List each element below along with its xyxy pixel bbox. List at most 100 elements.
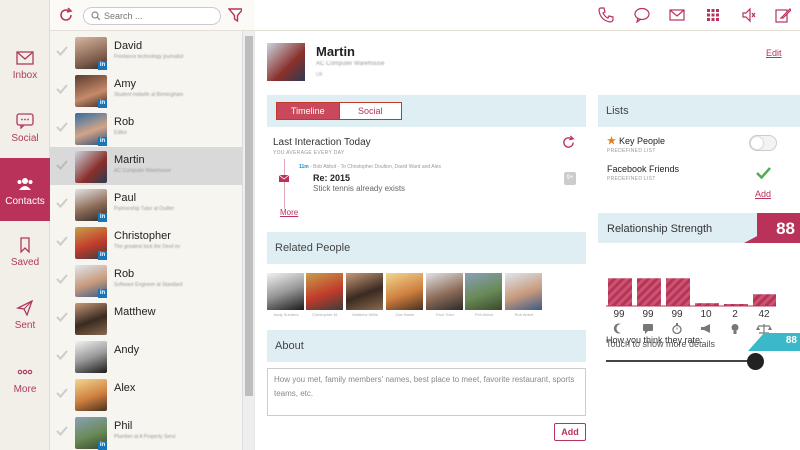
- about-textarea[interactable]: How you met, family members' names, best…: [267, 368, 586, 416]
- list-toolbar: [50, 0, 244, 31]
- linkedin-icon: in: [98, 137, 107, 146]
- contact-row[interactable]: in Paul Partnership Tutor at Ouilter: [50, 185, 242, 223]
- bar-value: 99: [671, 309, 683, 320]
- nav-social[interactable]: Social: [0, 101, 50, 163]
- nav-saved-label: Saved: [10, 257, 40, 268]
- phone-icon[interactable]: [598, 7, 614, 23]
- related-person-avatar[interactable]: [505, 273, 542, 310]
- stopwatch-icon: [672, 323, 682, 334]
- main-nav: Inbox Social Contacts Saved Sent More: [0, 0, 50, 450]
- contact-name: Rob: [114, 116, 135, 128]
- mail-icon[interactable]: [669, 7, 685, 23]
- contact-subtitle: Partnership Tutor at Ouilter: [114, 206, 175, 212]
- contact-row[interactable]: Andy: [50, 337, 242, 375]
- related-person-avatar[interactable]: [426, 273, 463, 310]
- speaker-icon[interactable]: [741, 7, 757, 23]
- contact-name: Phil: [114, 420, 133, 432]
- contact-row[interactable]: Alex: [50, 375, 242, 413]
- contact-name: Christopher: [114, 230, 171, 242]
- interaction-average: YOU AVERAGE EVERY DAY: [273, 150, 345, 156]
- nav-sent-label: Sent: [14, 320, 36, 331]
- contact-row[interactable]: in Rob Software Engineer at Standard: [50, 261, 242, 299]
- entry-text: Stick tennis already exists: [313, 184, 406, 193]
- scroll-thumb[interactable]: [245, 36, 253, 396]
- contact-row[interactable]: in David Freelance technology journalist: [50, 33, 242, 71]
- contact-row[interactable]: in Christopher The greatest trick the De…: [50, 223, 242, 261]
- nav-inbox[interactable]: Inbox: [0, 38, 50, 100]
- related-person-caption: Gav Baker: [395, 312, 415, 317]
- more-link[interactable]: More: [280, 208, 298, 217]
- key-people-toggle[interactable]: [749, 135, 777, 151]
- nav-saved[interactable]: Saved: [0, 225, 50, 287]
- rate-value: 88: [785, 335, 797, 346]
- contact-name: Andy: [114, 344, 140, 356]
- related-person-avatar[interactable]: [386, 273, 423, 310]
- related-person-avatar[interactable]: [267, 273, 304, 310]
- related-people-header: Related People: [267, 232, 586, 264]
- timeline-tabs: Timeline Social: [276, 102, 402, 120]
- entry-participants: - Bob Abbot - To Christopher Doulton, Da…: [310, 164, 442, 170]
- mail-icon: [279, 175, 289, 182]
- tab-social[interactable]: Social: [338, 103, 401, 119]
- bar-value: 10: [700, 309, 712, 320]
- check-icon: [56, 426, 68, 436]
- chat-icon: [16, 113, 34, 129]
- profile-subtitle: AC Computer Warehouse: [316, 61, 385, 67]
- contact-row[interactable]: in Rob Editor: [50, 109, 242, 147]
- nav-contacts-label: Contacts: [5, 196, 45, 207]
- compose-icon[interactable]: [775, 7, 791, 23]
- about-header: About: [267, 330, 586, 362]
- linkedin-icon: in: [98, 99, 107, 108]
- contact-name: Alex: [114, 382, 136, 394]
- entry-meta: 11m - Bob Abbot - To Christopher Doulton…: [299, 164, 441, 170]
- contact-name: Amy: [114, 78, 136, 90]
- contact-row[interactable]: in Phil Plumber at A Property Servi: [50, 413, 242, 450]
- related-person-avatar[interactable]: [346, 273, 383, 310]
- scrollbar[interactable]: [242, 31, 254, 450]
- entry-time: 11m: [299, 164, 309, 170]
- search-input[interactable]: [104, 9, 214, 23]
- rate-slider-knob[interactable]: [747, 353, 765, 370]
- related-person-avatar[interactable]: [465, 273, 502, 310]
- relationship-bar[interactable]: [637, 278, 661, 306]
- contact-row[interactable]: Martin AC Computer Warehouse: [50, 147, 242, 185]
- about-add-button[interactable]: Add: [554, 423, 586, 441]
- bar-value: 42: [758, 309, 770, 320]
- edit-link[interactable]: Edit: [766, 48, 782, 58]
- lists-add-link[interactable]: Add: [755, 189, 771, 199]
- entry-subject[interactable]: Re: 2015: [313, 173, 350, 183]
- rate-slider-track[interactable]: [606, 360, 757, 362]
- relationship-title: Relationship Strength: [607, 223, 713, 235]
- avatar: [75, 303, 107, 335]
- nav-more[interactable]: More: [0, 352, 50, 414]
- related-person-avatar[interactable]: [306, 273, 343, 310]
- tab-timeline[interactable]: Timeline: [277, 103, 339, 119]
- list-type: PREDEFINED LIST: [607, 148, 656, 154]
- contact-name: Rob: [114, 268, 135, 280]
- linkedin-icon: in: [98, 441, 107, 450]
- relationship-bars[interactable]: [606, 247, 776, 307]
- relationship-bar[interactable]: [608, 278, 632, 306]
- nav-sent[interactable]: Sent: [0, 288, 50, 350]
- contact-subtitle: The greatest trick the Devil ev: [114, 244, 181, 250]
- relationship-bar[interactable]: [753, 294, 776, 306]
- comment-icon[interactable]: [634, 7, 650, 23]
- grid-icon[interactable]: [705, 7, 721, 23]
- linkedin-icon: in: [98, 213, 107, 222]
- refresh-icon[interactable]: [58, 7, 74, 23]
- contact-name: David: [114, 40, 143, 52]
- contact-row[interactable]: Matthew: [50, 299, 242, 337]
- contact-row[interactable]: in Amy Student midwife at Birmingham: [50, 71, 242, 109]
- profile-name: Martin: [316, 44, 355, 59]
- nav-contacts[interactable]: Contacts: [0, 158, 50, 221]
- check-icon: [56, 122, 68, 132]
- profile-location: UK: [316, 72, 323, 78]
- refresh-icon[interactable]: [561, 135, 576, 150]
- relationship-bar[interactable]: [666, 278, 690, 306]
- last-interaction: Last Interaction Today: [273, 137, 371, 148]
- toggle-knob: [751, 137, 763, 149]
- checkmark-icon[interactable]: [756, 167, 771, 179]
- lightbulb-icon: [731, 324, 739, 334]
- linkedin-icon: in: [98, 251, 107, 260]
- related-person-caption: Christopher M.: [311, 312, 339, 317]
